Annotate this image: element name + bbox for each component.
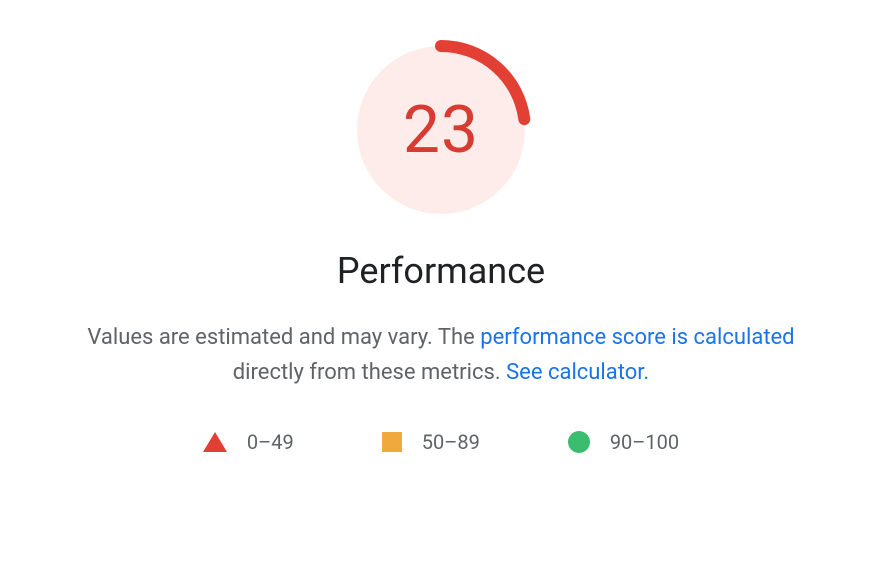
legend-item-pass: 90–100 (568, 430, 679, 454)
legend-item-fail: 0–49 (203, 430, 294, 454)
section-title: Performance (337, 250, 545, 292)
pass-circle-icon (568, 431, 590, 453)
legend-item-average: 50–89 (382, 430, 480, 454)
score-legend: 0–49 50–89 90–100 (203, 430, 679, 454)
description-middle: directly from these metrics. (233, 360, 506, 385)
fail-triangle-icon (203, 432, 227, 452)
legend-pass-label: 90–100 (610, 430, 679, 454)
legend-fail-label: 0–49 (247, 430, 294, 454)
legend-average-label: 50–89 (422, 430, 480, 454)
performance-score-link[interactable]: performance score is calculated (480, 325, 794, 350)
description-text: Values are estimated and may vary. The p… (61, 320, 821, 390)
performance-gauge: 23 (351, 40, 531, 220)
see-calculator-link[interactable]: See calculator. (506, 360, 649, 385)
average-square-icon (382, 432, 402, 452)
gauge-score-value: 23 (351, 40, 531, 220)
description-prefix: Values are estimated and may vary. The (87, 325, 480, 350)
